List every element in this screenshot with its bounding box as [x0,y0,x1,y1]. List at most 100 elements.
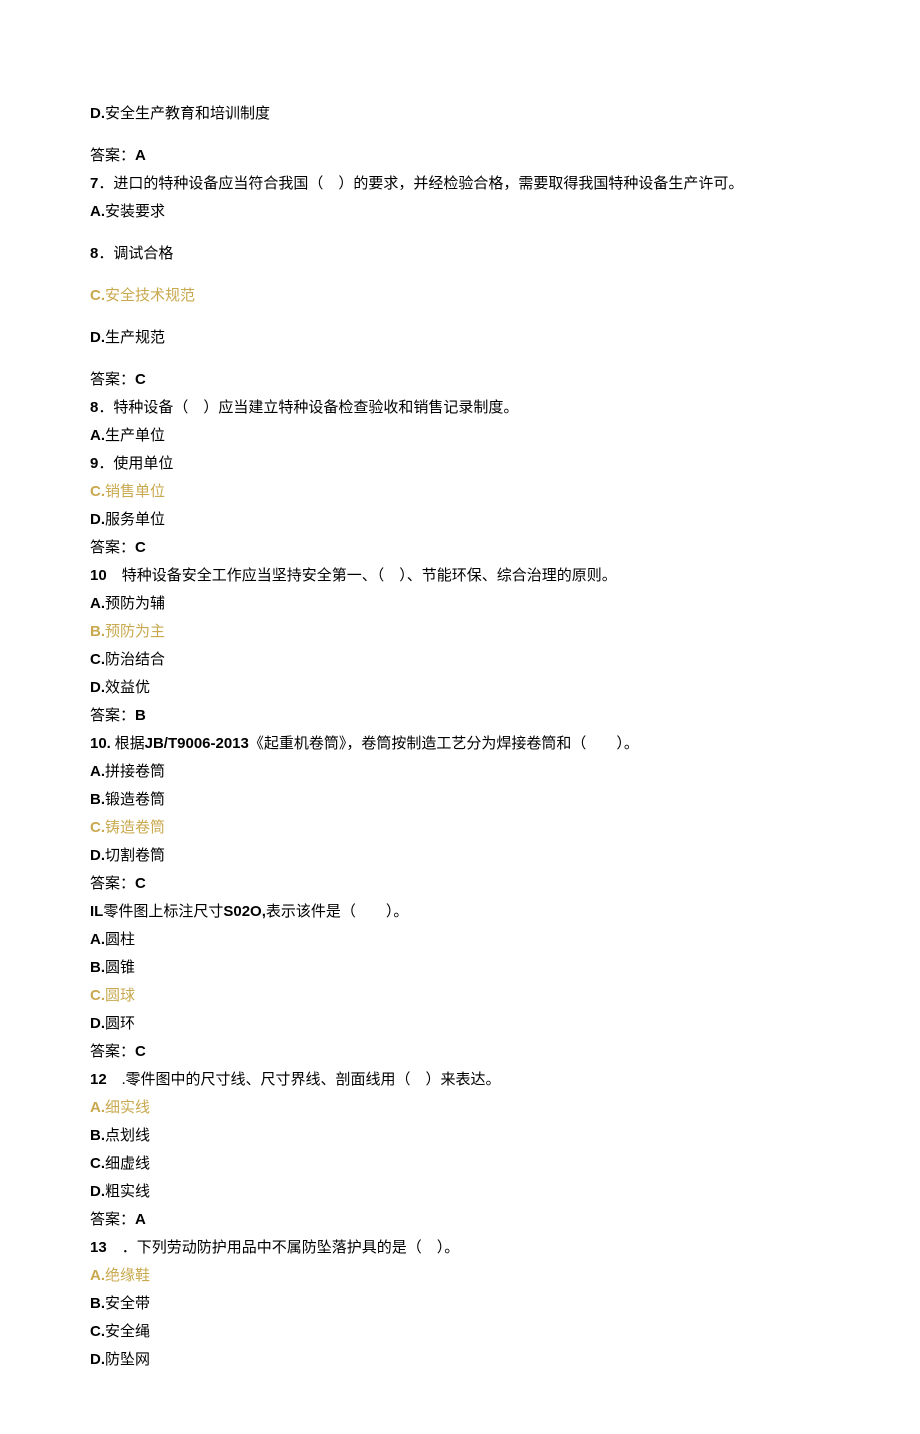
text-line: C.圆球 [90,982,830,1010]
line-suffix: A [135,1211,146,1228]
text-line: 答案：A [90,142,830,170]
line-text: 安全绳 [105,1324,150,1340]
line-text: 安全生产教育和培训制度 [105,106,270,122]
line-prefix: 10 [90,567,107,584]
line-prefix: B. [90,1295,105,1312]
document-page: D.安全生产教育和培训制度答案：A7．进口的特种设备应当符合我国（ ）的要求，并… [0,0,920,1434]
text-line: B.安全带 [90,1290,830,1318]
line-prefix: 12 [90,1071,107,1088]
line-prefix: A. [90,1099,105,1116]
line-text: 销售单位 [105,484,165,500]
text-line: B.圆锥 [90,954,830,982]
line-text: ．下列劳动防护用品中不属防坠落护具的是（ ）。 [107,1240,460,1256]
line-text: 粗实线 [105,1184,150,1200]
line-text: 答案： [90,540,135,556]
text-line: D.切割卷筒 [90,842,830,870]
line-prefix: D. [90,329,105,346]
text-line: 13 ．下列劳动防护用品中不属防坠落护具的是（ ）。 [90,1234,830,1262]
line-prefix: IL [90,903,103,920]
line-text: 预防为辅 [105,596,165,612]
line-text: ．调试合格 [98,246,173,262]
line-prefix: C. [90,483,105,500]
line-prefix: C. [90,987,105,1004]
text-line: 答案：C [90,534,830,562]
line-text: 答案： [90,708,135,724]
text-line: 8．特种设备（ ）应当建立特种设备检查验收和销售记录制度。 [90,394,830,422]
line-text: 圆柱 [105,932,135,948]
line-prefix: B. [90,1127,105,1144]
text-line: A.生产单位 [90,422,830,450]
text-line: 答案：C [90,870,830,898]
line-prefix: 10. [90,735,111,752]
text-line: 10 特种设备安全工作应当坚持安全第一、（ ）、节能环保、综合治理的原则。 [90,562,830,590]
text-line: A.细实线 [90,1094,830,1122]
text-line: IL零件图上标注尺寸S02O,表示该件是（ ）。 [90,898,830,926]
line-prefix: A. [90,931,105,948]
text-line: D.生产规范 [90,324,830,352]
line-text: 零件图上标注尺寸 [103,904,223,920]
line-prefix: C. [90,819,105,836]
line-mid: S02O, [223,903,266,920]
line-prefix: D. [90,1015,105,1032]
text-line: A.预防为辅 [90,590,830,618]
text-line: A.圆柱 [90,926,830,954]
line-text: 答案： [90,876,135,892]
text-line: B.锻造卷筒 [90,786,830,814]
line-text: 安装要求 [105,204,165,220]
line-suffix: A [135,147,146,164]
line-text: 细实线 [105,1100,150,1116]
line-prefix: A. [90,1267,105,1284]
line-prefix: B. [90,959,105,976]
text-line: D.效益优 [90,674,830,702]
text-line: C.安全绳 [90,1318,830,1346]
line-prefix: 13 [90,1239,107,1256]
line-prefix: D. [90,511,105,528]
line-text: ．特种设备（ ）应当建立特种设备检查验收和销售记录制度。 [98,400,518,416]
line-text: 安全技术规范 [105,288,195,304]
text-line: 8．调试合格 [90,240,830,268]
line-text: 根据 [111,736,145,752]
text-line: B.预防为主 [90,618,830,646]
text-line: 答案：C [90,1038,830,1066]
line-prefix: D. [90,105,105,122]
line-text: 细虚线 [105,1156,150,1172]
line-text: .零件图中的尺寸线、尺寸界线、剖面线用（ ）来表达。 [107,1072,501,1088]
text-line: D.服务单位 [90,506,830,534]
line-suffix: C [135,371,146,388]
line-prefix: A. [90,203,105,220]
line-text: 防治结合 [105,652,165,668]
line-prefix: D. [90,847,105,864]
line-text: 生产单位 [105,428,165,444]
line-suffix: C [135,539,146,556]
line-text: 圆锥 [105,960,135,976]
line-text: 圆环 [105,1016,135,1032]
line-mid: JB/T9006-2013 [145,735,249,752]
line-prefix: C. [90,1155,105,1172]
line-prefix: C. [90,1323,105,1340]
text-line: 答案：B [90,702,830,730]
line-text: 锻造卷筒 [105,792,165,808]
line-text: 特种设备安全工作应当坚持安全第一、（ ）、节能环保、综合治理的原则。 [107,568,617,584]
line-suffix: B [135,707,146,724]
text-line: B.点划线 [90,1122,830,1150]
line-prefix: C. [90,651,105,668]
text-line: 12 .零件图中的尺寸线、尺寸界线、剖面线用（ ）来表达。 [90,1066,830,1094]
line-text: 答案： [90,1212,135,1228]
line-text: 服务单位 [105,512,165,528]
line-prefix: A. [90,763,105,780]
line-text2: 《起重机卷筒》，卷筒按制造工艺分为焊接卷筒和（ ）。 [249,736,639,752]
line-text: 生产规范 [105,330,165,346]
line-text: 答案： [90,1044,135,1060]
line-text: 点划线 [105,1128,150,1144]
line-text: ．使用单位 [98,456,173,472]
text-line: D.防坠网 [90,1346,830,1374]
text-line: 9．使用单位 [90,450,830,478]
line-text: 预防为主 [105,624,165,640]
line-text: 绝缘鞋 [105,1268,150,1284]
line-prefix: B. [90,791,105,808]
text-line: C.铸造卷筒 [90,814,830,842]
line-text: 安全带 [105,1296,150,1312]
line-prefix: D. [90,1351,105,1368]
text-line: 答案：A [90,1206,830,1234]
line-prefix: C. [90,287,105,304]
